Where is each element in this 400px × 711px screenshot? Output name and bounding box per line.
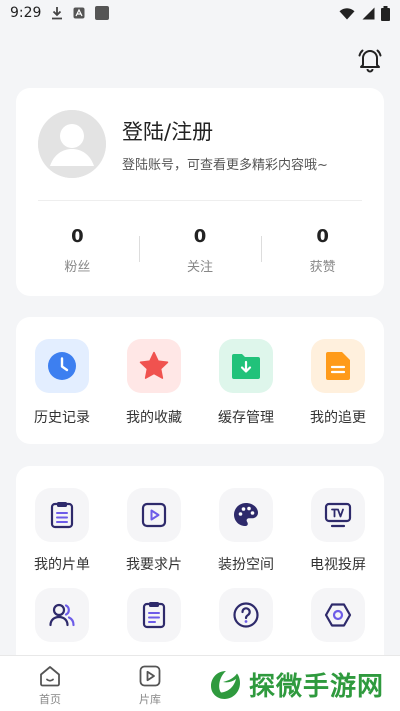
stat-label: 关注 (187, 260, 214, 275)
tool-dress-up[interactable]: 装扮空间 (200, 488, 292, 588)
users-icon (49, 603, 75, 627)
tool-my-playlists[interactable]: 我的片单 (16, 488, 108, 588)
tool-label: 我要求片 (126, 557, 182, 573)
bell-icon[interactable] (356, 46, 384, 74)
play-icon (141, 502, 167, 528)
document-icon (326, 352, 350, 380)
battery-icon (381, 5, 390, 21)
leaf-logo-icon (210, 670, 240, 699)
login-register-link[interactable]: 登陆/注册 (122, 116, 213, 146)
clock-icon (48, 352, 76, 380)
download-status-icon (52, 7, 63, 20)
quick-action-following-updates[interactable]: 我的追更 (292, 339, 384, 444)
download-folder-icon (232, 354, 260, 379)
tool-request-video[interactable]: 我要求片 (108, 488, 200, 588)
nav-home[interactable]: 首页 (0, 656, 100, 711)
profile-card: 登陆/注册 登陆账号，可查看更多精彩内容哦~ 0 粉丝 0 关注 0 获赞 (16, 88, 384, 296)
hexagon-settings-icon (324, 603, 352, 627)
quick-action-label: 历史记录 (34, 410, 90, 426)
quick-action-favorites[interactable]: 我的收藏 (108, 339, 200, 444)
tool-label: 电视投屏 (310, 557, 366, 573)
stat-value: 0 (71, 226, 84, 247)
help-icon (233, 602, 259, 628)
card-status-icon (95, 6, 110, 20)
stat-label: 获赞 (309, 260, 336, 275)
quick-action-label: 我的收藏 (126, 410, 182, 426)
nav-label: 首页 (39, 693, 61, 706)
status-bar: 9:29 (0, 0, 400, 26)
tv-icon (324, 502, 352, 528)
tools-card: 我的片单 我要求片 装扮空间 电视投屏 (16, 466, 384, 676)
stat-likes[interactable]: 0 获赞 (261, 226, 384, 275)
home-icon (40, 666, 60, 687)
app-notification-icon (73, 7, 85, 19)
stat-value: 0 (316, 226, 329, 247)
wifi-icon (339, 7, 355, 19)
stat-following[interactable]: 0 关注 (138, 226, 262, 275)
tool-label: 装扮空间 (218, 557, 274, 573)
user-stats: 0 粉丝 0 关注 0 获赞 (16, 226, 384, 275)
nav-label: 片库 (139, 693, 161, 706)
quick-action-cache[interactable]: 缓存管理 (200, 339, 292, 444)
nav-library[interactable]: 片库 (100, 656, 200, 711)
clipboard-icon (142, 602, 166, 629)
palette-icon (234, 503, 258, 526)
quick-action-label: 缓存管理 (218, 410, 274, 426)
stat-fans[interactable]: 0 粉丝 (16, 226, 139, 275)
avatar[interactable] (38, 110, 106, 178)
default-avatar-icon (38, 110, 106, 178)
status-time: 9:29 (10, 5, 42, 21)
signal-icon (362, 7, 375, 19)
login-hint-text: 登陆账号，可查看更多精彩内容哦~ (122, 158, 328, 173)
play-square-icon (139, 665, 161, 687)
watermark-text: 探微手游网 (248, 672, 384, 702)
divider (38, 200, 362, 201)
clipboard-list-icon (50, 502, 74, 529)
stat-label: 粉丝 (64, 260, 91, 275)
tool-tv-cast[interactable]: 电视投屏 (292, 488, 384, 588)
star-icon (139, 351, 169, 379)
quick-action-label: 我的追更 (310, 410, 366, 426)
tool-label: 我的片单 (34, 557, 90, 573)
watermark-logo: 探微手游网 (202, 664, 390, 705)
quick-action-history[interactable]: 历史记录 (16, 339, 108, 444)
quick-actions-card: 历史记录 我的收藏 缓存管理 我的追更 (16, 317, 384, 444)
stat-value: 0 (193, 226, 207, 247)
